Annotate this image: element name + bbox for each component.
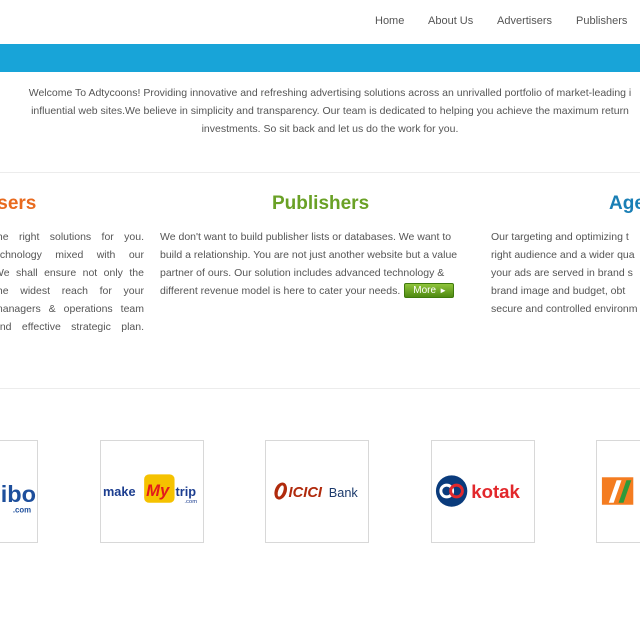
advertisers-line: managers & operations team [0,303,144,315]
more-button[interactable]: More ► [404,283,454,298]
more-button-label: More [413,285,437,296]
advertisers-title: isers [0,193,37,214]
icici-logo: ICICI Bank [274,482,359,501]
publishers-line: build a relationship. You are not just a… [160,249,458,261]
mmt-my-text: My [146,481,170,500]
ibibo-logo-sub: .com [13,506,31,515]
mmt-sub-text: .com [184,499,197,505]
partner-logo [601,477,634,505]
welcome-line: Welcome To Adtycoons! Providing innovati… [28,87,632,99]
icici-logo-box[interactable]: ICICI Bank [265,440,369,543]
nav-publishers[interactable]: Publishers [576,15,627,27]
advertisers-text: the right solutions for you. echnology m… [0,228,144,336]
kotak-logo-text: kotak [471,481,520,502]
advertisers-line: the right solutions for you. [0,231,144,243]
nav-advertisers[interactable]: Advertisers [497,15,552,27]
section-divider [0,172,640,173]
publishers-title: Publishers [272,193,370,214]
page: Home About Us Advertisers Publishers Wel… [0,0,640,640]
icici-bank-text: Bank [329,485,359,500]
mmt-trip-text: trip [176,484,197,499]
ibibo-logo: ibo .com [1,481,36,515]
publishers-line: different revenue model is here to cater… [160,285,401,297]
publishers-line: partner of ours. Our solution includes a… [160,267,445,279]
makemytrip-logo-box[interactable]: make My trip .com [100,440,204,543]
agencies-line: right audience and a wider qua [491,249,635,261]
partner-logo-box[interactable] [596,440,640,543]
kotak-logo: kotak [435,475,521,507]
agencies-text: Our targeting and optimizing t right aud… [491,228,640,318]
ibibo-logo-box[interactable]: ibo .com [0,440,38,543]
section-divider [0,388,640,389]
publishers-text: We don't want to build publisher lists o… [160,228,476,300]
nav-about-us[interactable]: About Us [428,15,473,27]
icici-logo-text: ICICI [289,485,323,501]
publishers-line: We don't want to build publisher lists o… [160,231,452,243]
ibibo-logo-text: ibo [1,481,36,507]
agencies-line: secure and controlled environm [491,303,638,315]
agencies-line: Our targeting and optimizing t [491,231,629,243]
advertisers-line: the widest reach for your [0,285,144,297]
advertisers-line: and effective strategic plan. [0,321,144,333]
agencies-line: brand image and budget, obt [491,285,626,297]
agencies-title: Age [609,193,640,214]
welcome-line: investments. So sit back and let us do t… [201,123,459,135]
makemytrip-logo: make My trip .com [103,474,197,505]
arrow-right-icon: ► [439,286,447,295]
kotak-logo-box[interactable]: kotak [431,440,535,543]
advertisers-line: We shall ensure not only the [0,267,144,279]
welcome-text: Welcome To Adtycoons! Providing innovati… [0,84,640,138]
advertisers-line: echnology mixed with our [0,249,144,261]
publishers-line-last: different revenue model is here to cater… [160,282,476,300]
nav-home[interactable]: Home [375,15,404,27]
top-nav: Home About Us Advertisers Publishers [0,0,640,44]
mmt-make-text: make [103,484,136,499]
blue-banner-bar [0,44,640,72]
agencies-line: your ads are served in brand s [491,267,633,279]
welcome-line: influential web sites.We believe in simp… [31,105,629,117]
